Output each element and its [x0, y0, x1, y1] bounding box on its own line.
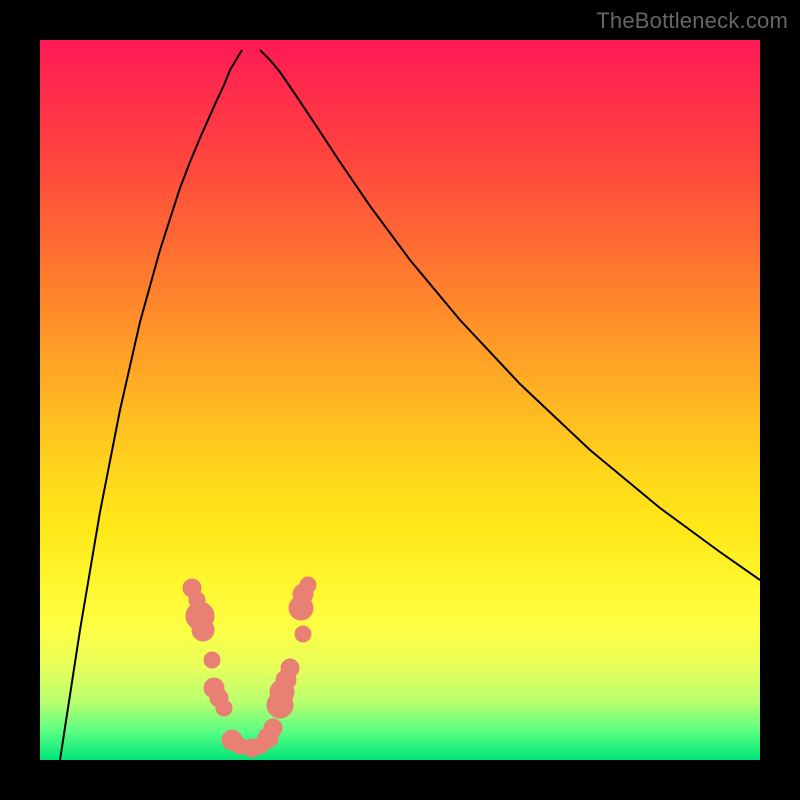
right-curve — [260, 50, 760, 580]
data-marker — [300, 577, 316, 593]
watermark-text: TheBottleneck.com — [596, 8, 788, 34]
plot-area — [40, 40, 760, 760]
markers-group — [183, 577, 316, 757]
data-marker — [281, 659, 299, 677]
data-marker — [192, 619, 214, 641]
data-marker — [204, 652, 220, 668]
data-marker — [216, 700, 232, 716]
data-marker — [264, 719, 282, 737]
data-marker — [295, 626, 311, 642]
chart-frame: TheBottleneck.com — [0, 0, 800, 800]
chart-svg — [40, 40, 760, 760]
